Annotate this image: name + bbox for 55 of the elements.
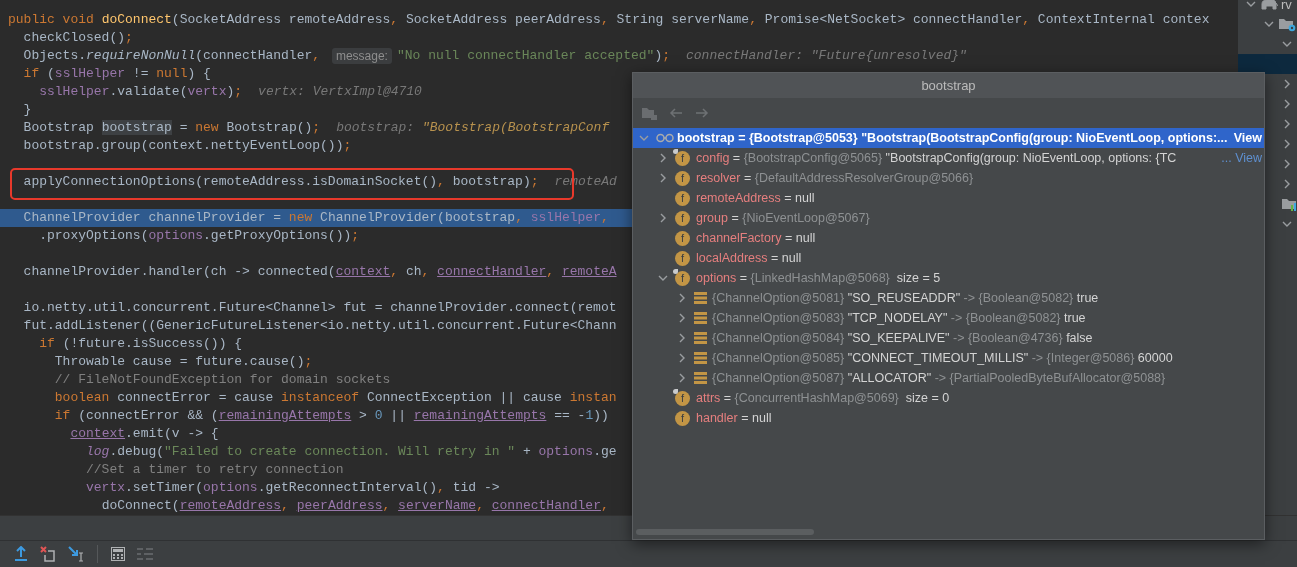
field-icon: f (675, 410, 690, 426)
code-text: "No null connectHandler accepted"); (396, 47, 670, 65)
variable-value: {ChannelOption@5084} "SO_KEEPALIVE" -> {Boolean@4736} false (712, 331, 1093, 345)
code-text: ChannelProvider channelProvider = new ChannelProvider(bootstrap, sslHelper, (22, 209, 609, 227)
variable-value: {ChannelOption@5081} "SO_REUSEADDR" -> {Boolean@5082} true (712, 291, 1099, 305)
variable-value: channelFactory = null (696, 231, 816, 245)
code-text: .proxyOptions(options.getProxyOptions()); (38, 227, 360, 245)
field-icon: f (675, 170, 690, 186)
code-text: doConnect(remoteAddress, peerAddress, serverName, connectHandler, (100, 497, 609, 515)
variable-value: options = {LinkedHashMap@5068} size = 5 (696, 271, 941, 285)
code-text: channelProvider.handler(ch -> connected(context, ch, connectHandler, remoteA (22, 263, 617, 281)
code-text: Bootstrap bootstrap = new Bootstrap(); (22, 119, 321, 137)
code-text: vertx.setTimer(options.getReconnectInterval(), tid -> (85, 479, 500, 497)
field-icon: f (675, 230, 690, 246)
field-icon: f (675, 250, 690, 266)
variable-value: handler = null (696, 411, 772, 425)
code-text: public void doConnect(SocketAddress remoteAddress, SocketAddress peerAddress, String serverName, Promise<NetSocket> connectHandler, ContextInternal contex (8, 11, 1210, 29)
code-text: context.emit(v -> { (69, 425, 219, 443)
field-icon: f (675, 210, 690, 226)
variable-value: {ChannelOption@5085} "CONNECT_TIMEOUT_MILLIS" -> {Integer@5086} 60000 (712, 351, 1173, 365)
variable-value: {ChannelOption@5083} "TCP_NODELAY" -> {Boolean@5082} true (712, 311, 1086, 325)
code-text: boolean connectError = cause instanceof ConnectException || cause instan (53, 389, 617, 407)
field-icon: f (675, 150, 690, 166)
variable-value: localAddress = null (696, 251, 802, 265)
code-text: // FileNotFoundException for domain sockets (53, 371, 391, 389)
code-text: if (connectError && (remainingAttempts > 0 || remainingAttempts == -1)) (53, 407, 609, 425)
code-text: applyConnectionOptions(remoteAddress.isDomainSocket(), bootstrap); (22, 173, 539, 191)
inline-value-hint: vertx: VertxImpl@4710 (258, 83, 422, 101)
code-text: io.netty.util.concurrent.Future<Channel> fut = channelProvider.connect(remot (22, 299, 617, 317)
code-text: //Set a timer to retry connection (85, 461, 344, 479)
field-icon: f (675, 190, 690, 206)
parameter-hint: message: (331, 48, 392, 64)
variable-value: attrs = {ConcurrentHashMap@5069} size = 0 (696, 391, 950, 405)
code-text: checkClosed(); (22, 29, 133, 47)
code-text: fut.addListener((GenericFutureListener<io.netty.util.concurrent.Future<Chann (22, 317, 617, 335)
code-text: Objects.requireNonNull(connectHandler, (22, 47, 322, 65)
code-text: bootstrap.group(context.nettyEventLoop()); (22, 137, 352, 155)
code-text: if (!future.isSuccess()) { (38, 335, 243, 353)
variable-value: group = {NioEventLoop@5067} (696, 211, 870, 225)
code-text: sslHelper.validate(vertx); (38, 83, 243, 101)
code-text: } (22, 101, 32, 119)
code-text: if (sslHelper != null) { (22, 65, 211, 83)
variable-value: resolver = {DefaultAddressResolverGroup@5066} (696, 171, 974, 185)
inline-value-hint: connectHandler: "Future{unresolved}" (686, 47, 967, 65)
field-icon: f (675, 390, 690, 406)
variable-value: config = {BootstrapConfig@5065} "BootstrapConfig(group: NioEventLoop, options: {TC (696, 151, 1177, 165)
popup-title: bootstrap (921, 78, 976, 93)
module-name: rv (1281, 0, 1292, 12)
inline-value-hint: bootstrap: "Bootstrap(BootstrapConf (336, 119, 610, 137)
variable-value: remoteAddress = null (696, 191, 815, 205)
code-text: Throwable cause = future.cause(); (53, 353, 313, 371)
field-icon: f (675, 270, 690, 286)
code-text: log.debug("Failed to create connection. Will retry in " + options.ge (85, 443, 617, 461)
variable-value: bootstrap = {Bootstrap@5053} "Bootstrap(BootstrapConfig(group: NioEventLoop, options:... (677, 131, 1228, 145)
variable-value: {ChannelOption@5087} "ALLOCATOR" -> {PartialPooledByteBufAllocator@5088} (712, 371, 1166, 385)
